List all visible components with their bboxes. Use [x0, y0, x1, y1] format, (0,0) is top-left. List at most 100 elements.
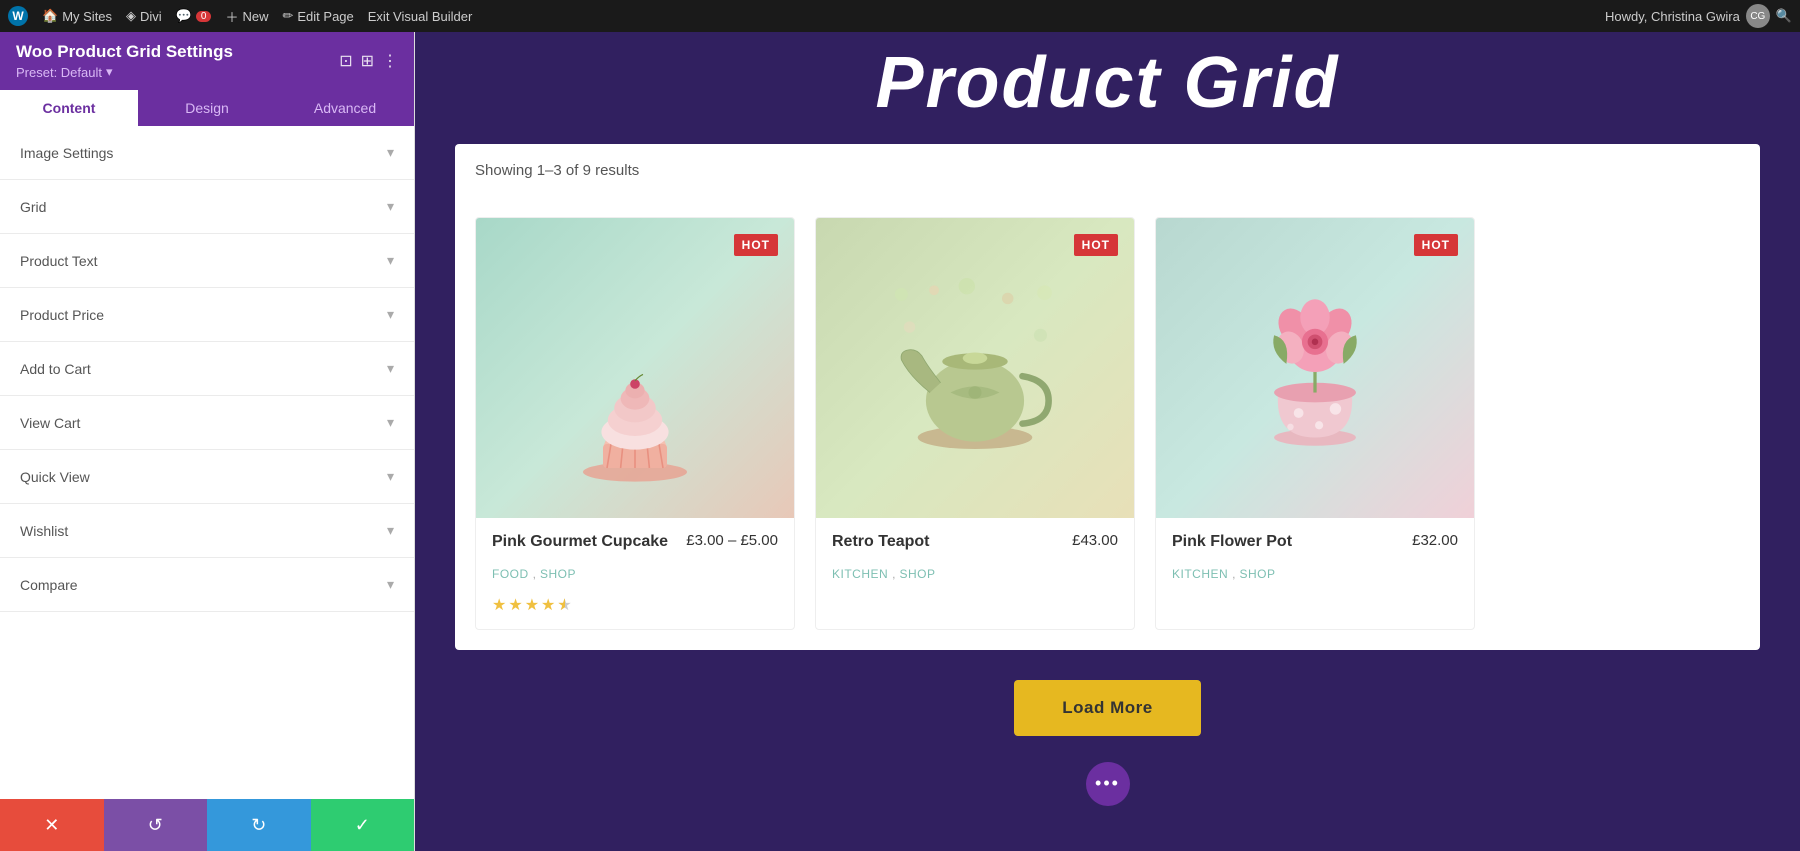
star-3: ★ [525, 595, 539, 615]
page-heading: Product Grid [415, 32, 1800, 144]
product-image-teapot[interactable]: HOT [816, 218, 1134, 518]
cancel-button[interactable]: ✕ [0, 799, 104, 851]
comment-icon: 💬 [176, 8, 192, 24]
undo-button[interactable]: ↺ [104, 799, 208, 851]
category-kitchen-flower[interactable]: KITCHEN [1172, 567, 1228, 581]
product-card-teapot: HOT Retro Teapot £43.00 KITCHEN , SHOP [815, 217, 1135, 630]
section-label-add-to-cart: Add to Cart [20, 361, 91, 377]
product-name-teapot: Retro Teapot [832, 532, 929, 553]
section-add-to-cart[interactable]: Add to Cart ▾ [0, 342, 414, 396]
flower-illustration [1156, 218, 1474, 518]
save-icon[interactable]: ⊡ [339, 51, 352, 71]
sidebar-tabs: Content Design Advanced [0, 90, 414, 126]
my-sites-link[interactable]: 🏠 My Sites [42, 8, 112, 24]
preset-selector[interactable]: Preset: Default ▾ [16, 64, 233, 80]
section-label-product-price: Product Price [20, 307, 104, 323]
sidebar-sections: Image Settings ▾ Grid ▾ Product Text ▾ P… [0, 126, 414, 799]
category-shop-cupcake[interactable]: SHOP [540, 567, 576, 581]
chevron-icon-view-cart: ▾ [387, 414, 394, 431]
section-label-image-settings: Image Settings [20, 145, 113, 161]
save-button[interactable]: ✓ [311, 799, 415, 851]
section-product-text[interactable]: Product Text ▾ [0, 234, 414, 288]
section-label-grid: Grid [20, 199, 46, 215]
wp-logo[interactable]: W [8, 6, 28, 26]
sidebar-panel: Woo Product Grid Settings Preset: Defaul… [0, 32, 415, 851]
section-label-wishlist: Wishlist [20, 523, 68, 539]
product-price-flower-pot: £32.00 [1412, 532, 1458, 549]
cupcake-illustration [476, 218, 794, 518]
product-grid: HOT Pink Gourmet Cupcake £3.00 – £5.00 F… [455, 197, 1760, 650]
category-shop-flower[interactable]: SHOP [1240, 567, 1276, 581]
new-link[interactable]: ＋ New [225, 7, 268, 26]
star-5: ★ ★ [557, 595, 571, 615]
section-wishlist[interactable]: Wishlist ▾ [0, 504, 414, 558]
hot-badge-teapot: HOT [1074, 234, 1118, 256]
teapot-illustration [816, 218, 1134, 518]
product-name-cupcake: Pink Gourmet Cupcake [492, 532, 668, 553]
section-compare[interactable]: Compare ▾ [0, 558, 414, 612]
category-food[interactable]: FOOD [492, 567, 529, 581]
star-1: ★ [492, 595, 506, 615]
hot-badge-cupcake: HOT [734, 234, 778, 256]
sidebar-footer: ✕ ↺ ↻ ✓ [0, 799, 414, 851]
avatar: CG [1746, 4, 1770, 28]
admin-bar: W 🏠 My Sites ◈ Divi 💬 0 ＋ New ✏ Edit Pag… [0, 0, 1800, 32]
sidebar-header-icons: ⊡ ⊞ ⋮ [339, 51, 398, 71]
redo-button[interactable]: ↻ [207, 799, 311, 851]
comments-link[interactable]: 💬 0 [176, 8, 212, 24]
sidebar-header: Woo Product Grid Settings Preset: Defaul… [0, 32, 414, 90]
load-more-button[interactable]: Load More [1014, 680, 1200, 736]
tab-design[interactable]: Design [138, 90, 276, 126]
layout-icon[interactable]: ⊞ [361, 51, 374, 71]
product-name-flower-pot: Pink Flower Pot [1172, 532, 1292, 553]
chevron-icon-image-settings: ▾ [387, 144, 394, 161]
chevron-icon-add-to-cart: ▾ [387, 360, 394, 377]
divi-link[interactable]: ◈ Divi [126, 8, 162, 24]
section-product-price[interactable]: Product Price ▾ [0, 288, 414, 342]
section-grid[interactable]: Grid ▾ [0, 180, 414, 234]
section-image-settings[interactable]: Image Settings ▾ [0, 126, 414, 180]
chevron-icon-compare: ▾ [387, 576, 394, 593]
more-icon[interactable]: ⋮ [382, 51, 398, 71]
category-kitchen-teapot[interactable]: KITCHEN [832, 567, 888, 581]
product-card-flower-pot: HOT Pink Flower Pot £32.00 KITCHEN , SHO… [1155, 217, 1475, 630]
tab-advanced[interactable]: Advanced [276, 90, 414, 126]
product-categories-cupcake: FOOD , SHOP [476, 563, 794, 591]
product-info-cupcake: Pink Gourmet Cupcake £3.00 – £5.00 [476, 518, 794, 563]
chevron-icon-grid: ▾ [387, 198, 394, 215]
home-icon: 🏠 [42, 8, 58, 24]
product-stars-cupcake: ★ ★ ★ ★ ★ ★ [476, 591, 794, 629]
section-quick-view[interactable]: Quick View ▾ [0, 450, 414, 504]
floating-action-area: ••• [415, 752, 1800, 822]
product-image-cupcake[interactable]: HOT [476, 218, 794, 518]
divi-icon: ◈ [126, 8, 136, 24]
product-price-teapot: £43.00 [1072, 532, 1118, 549]
section-label-product-text: Product Text [20, 253, 98, 269]
sidebar-title: Woo Product Grid Settings [16, 42, 233, 62]
product-info-flower-pot: Pink Flower Pot £32.00 [1156, 518, 1474, 563]
product-card-cupcake: HOT Pink Gourmet Cupcake £3.00 – £5.00 F… [475, 217, 795, 630]
plus-icon: ＋ [225, 7, 238, 26]
star-2: ★ [508, 595, 522, 615]
chevron-icon-product-price: ▾ [387, 306, 394, 323]
chevron-icon-product-text: ▾ [387, 252, 394, 269]
section-label-compare: Compare [20, 577, 78, 593]
product-image-flower-pot[interactable]: HOT [1156, 218, 1474, 518]
chevron-icon-wishlist: ▾ [387, 522, 394, 539]
category-shop-teapot[interactable]: SHOP [900, 567, 936, 581]
exit-builder-link[interactable]: Exit Visual Builder [368, 9, 473, 24]
load-more-section: Load More [415, 650, 1800, 752]
wordpress-icon: W [8, 6, 28, 26]
user-menu[interactable]: Howdy, Christina Gwira CG 🔍 [1605, 4, 1792, 28]
section-view-cart[interactable]: View Cart ▾ [0, 396, 414, 450]
chevron-down-icon: ▾ [106, 64, 113, 80]
pencil-icon: ✏ [282, 8, 293, 24]
product-categories-teapot: KITCHEN , SHOP [816, 563, 1134, 591]
floating-dots-button[interactable]: ••• [1086, 762, 1130, 806]
edit-page-link[interactable]: ✏ Edit Page [282, 8, 353, 24]
product-categories-flower-pot: KITCHEN , SHOP [1156, 563, 1474, 591]
tab-content[interactable]: Content [0, 90, 138, 126]
product-info-teapot: Retro Teapot £43.00 [816, 518, 1134, 563]
chevron-icon-quick-view: ▾ [387, 468, 394, 485]
search-icon[interactable]: 🔍 [1776, 8, 1792, 24]
